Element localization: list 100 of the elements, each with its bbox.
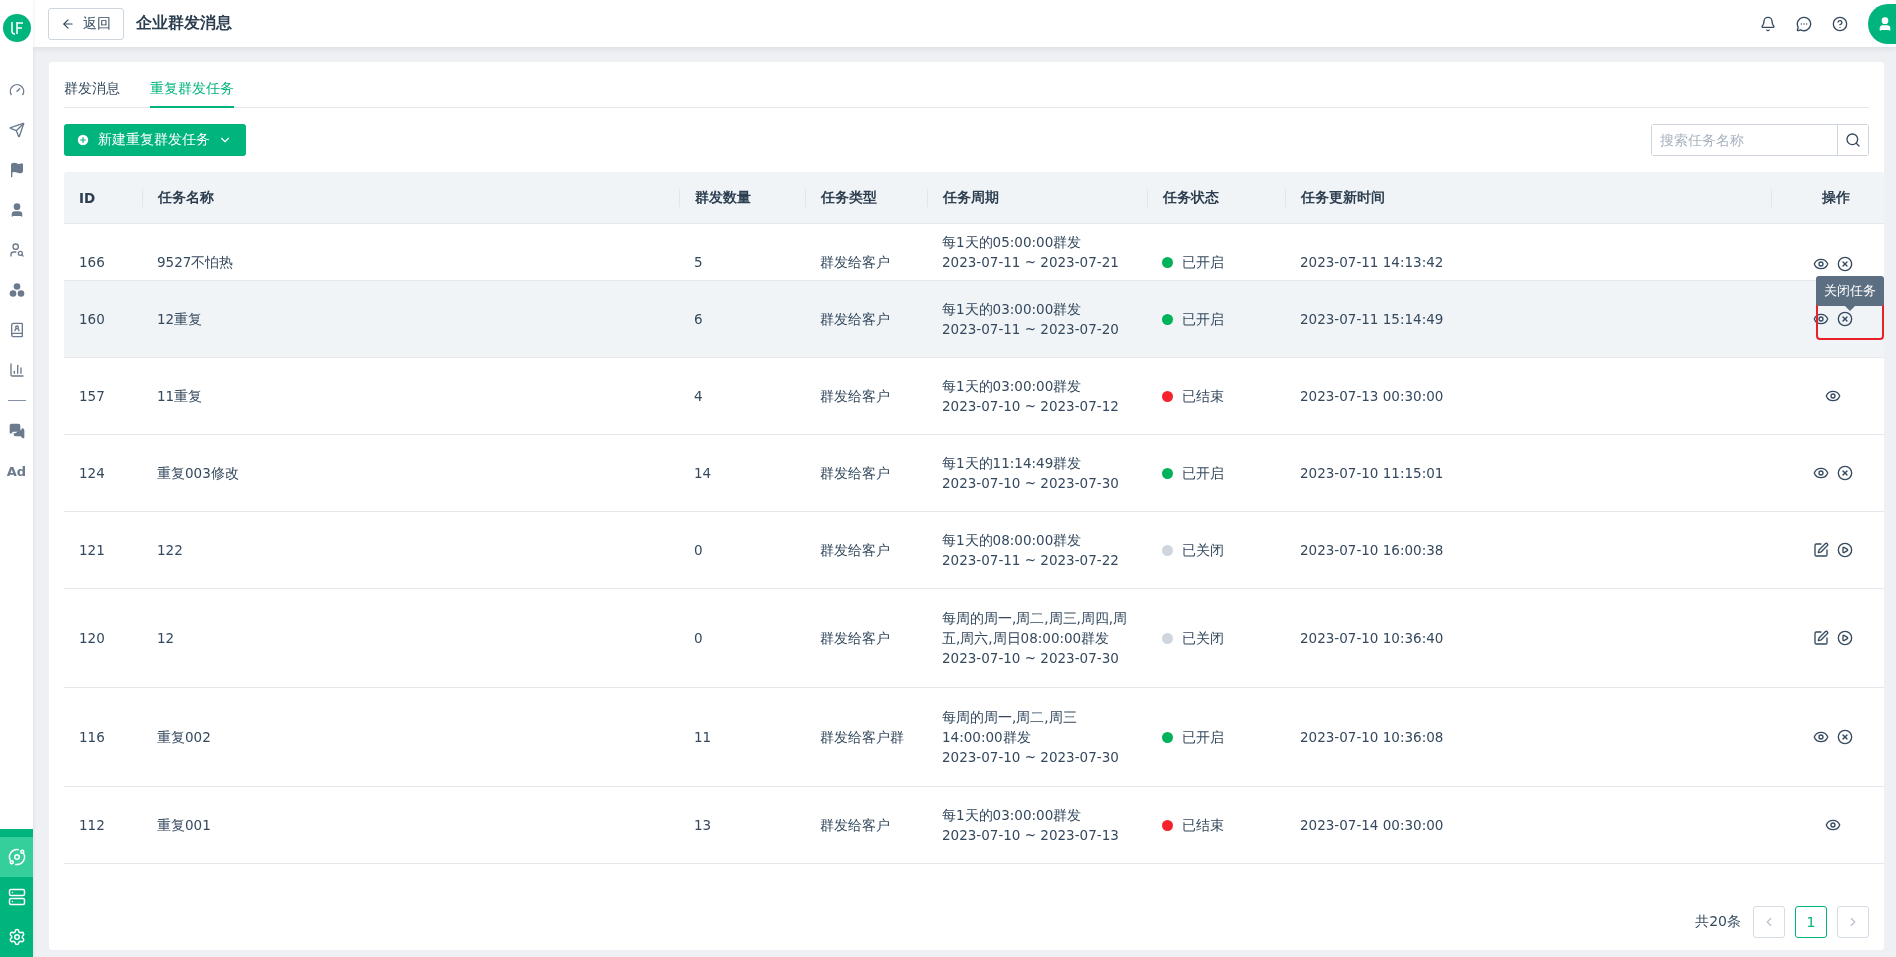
table-cell-text: 0 — [693, 629, 704, 648]
column-header: 任务名称 — [142, 188, 679, 207]
table-cell-text: 群发给客户 — [819, 816, 891, 835]
status-text: 已关闭 — [1182, 629, 1224, 648]
cycle-text: 14:00:00群发 — [942, 728, 1032, 747]
bar-chart-icon[interactable] — [8, 362, 25, 378]
table-cell-text: 5 — [693, 253, 704, 272]
table-cell-text: 群发给客户群 — [819, 728, 905, 747]
table-cell-text: 2023-07-13 00:30:00 — [1299, 387, 1445, 406]
table-cell-text: 166 — [78, 253, 106, 272]
status-text: 已开启 — [1182, 253, 1224, 272]
table-cell-text: 群发给客户 — [819, 253, 891, 272]
table-cell-text: 0 — [693, 541, 704, 560]
table-cell-text: 2023-07-10 16:00:38 — [1299, 541, 1445, 560]
search-icon — [1845, 132, 1861, 148]
bell-icon[interactable] — [1760, 15, 1776, 32]
status-text: 已结束 — [1182, 387, 1224, 406]
table-cell-text: 12 — [156, 629, 176, 648]
view-button[interactable] — [1824, 388, 1841, 404]
close-task-button[interactable] — [1836, 311, 1853, 327]
table-cell-text: 9527不怕热 — [156, 253, 235, 272]
table-cell-text: 2023-07-11 14:13:42 — [1299, 253, 1445, 272]
table-cell-text: 群发给客户 — [819, 464, 891, 483]
table-cell-text: 2023-07-11 15:14:49 — [1299, 310, 1445, 329]
cycle-text: 每1天的03:00:00群发 — [942, 377, 1083, 396]
table-cell-text: 121 — [78, 541, 106, 560]
table-cell-text: 2023-07-10 10:36:08 — [1299, 728, 1445, 747]
help-icon[interactable] — [1832, 15, 1848, 32]
table-cell-text: 重复001 — [156, 816, 212, 835]
tooltip: 关闭任务 — [1815, 276, 1884, 306]
table-cell-text: 4 — [693, 387, 704, 406]
ad-label[interactable]: Ad — [6, 463, 27, 479]
table-cell-text: 112 — [78, 816, 106, 835]
status-text: 已开启 — [1182, 728, 1224, 747]
send-icon[interactable] — [8, 122, 25, 138]
cycle-text: 每周的周一,周二,周三,周四,周 — [942, 609, 1129, 628]
table-cell-text: 157 — [78, 387, 106, 406]
user-search-icon[interactable] — [8, 242, 25, 258]
column-header: 任务状态 — [1147, 188, 1285, 207]
edit-button[interactable] — [1812, 542, 1829, 558]
close-task-button[interactable] — [1836, 729, 1853, 745]
view-button[interactable] — [1812, 311, 1829, 327]
table-cell-text: 12重复 — [156, 310, 204, 329]
table-cell-text: 122 — [156, 541, 184, 560]
flag-icon[interactable] — [8, 162, 25, 178]
table-cell-text: 2023-07-10 11:15:01 — [1299, 464, 1445, 483]
table-cell-text: 群发给客户 — [819, 629, 891, 648]
settings-icon[interactable] — [7, 928, 26, 946]
cycle-text: 2023-07-10 ~ 2023-07-12 — [942, 397, 1120, 416]
close-task-button[interactable] — [1836, 465, 1853, 481]
table-cell-text: 11重复 — [156, 387, 204, 406]
total-count: 共20条 — [1695, 913, 1741, 931]
gauge-icon[interactable] — [8, 82, 25, 98]
view-button[interactable] — [1824, 817, 1841, 833]
tooltip-arrow — [1844, 306, 1855, 311]
cycle-text: 每1天的05:00:00群发 — [942, 233, 1083, 252]
column-header: 群发数量 — [679, 188, 805, 207]
page-title: 企业群发消息 — [136, 13, 232, 34]
cycle-text: 2023-07-10 ~ 2023-07-13 — [942, 826, 1120, 845]
contact-book-icon[interactable] — [8, 322, 25, 338]
close-task-button[interactable] — [1836, 256, 1853, 272]
cycle-text: 2023-07-11 ~ 2023-07-21 — [942, 253, 1120, 272]
tab[interactable]: 重复群发任务 — [150, 80, 234, 108]
table-cell-text: 2023-07-14 00:30:00 — [1299, 816, 1445, 835]
status-text: 已开启 — [1182, 310, 1224, 329]
table-cell-text: 116 — [78, 728, 106, 747]
back-button[interactable]: 返回 — [48, 7, 124, 40]
page-button[interactable]: 1 — [1795, 906, 1827, 938]
cycle-text: 2023-07-10 ~ 2023-07-30 — [942, 474, 1120, 493]
cycle-text: 每1天的03:00:00群发 — [942, 300, 1083, 319]
table-cell-text: 重复003修改 — [156, 464, 240, 483]
column-header: 操作 — [1771, 188, 1884, 207]
cycle-text: 每周的周一,周二,周三 — [942, 708, 1078, 727]
chat-icon[interactable] — [1796, 15, 1812, 32]
view-button[interactable] — [1812, 465, 1829, 481]
status-text: 已开启 — [1182, 464, 1224, 483]
start-button[interactable] — [1836, 542, 1853, 558]
table-cell-text: 6 — [693, 310, 704, 329]
cycle-text: 每1天的11:14:49群发 — [942, 454, 1083, 473]
table-cell-text: 群发给客户 — [819, 541, 891, 560]
cycle-text: 2023-07-11 ~ 2023-07-20 — [942, 320, 1120, 339]
table-cell-text: 120 — [78, 629, 106, 648]
start-button[interactable] — [1836, 630, 1853, 646]
view-button[interactable] — [1812, 729, 1829, 745]
column-header: ID — [78, 189, 97, 206]
new-task-button[interactable]: 新建重复群发任务 — [64, 124, 246, 156]
avatar[interactable] — [1868, 3, 1896, 44]
edit-button[interactable] — [1812, 630, 1829, 646]
search-button[interactable] — [1837, 125, 1868, 155]
table-cell-text: 11 — [693, 728, 713, 747]
server-icon[interactable] — [7, 888, 26, 906]
search-field[interactable]: 搜索任务名称 — [1651, 124, 1869, 156]
chat-icon[interactable] — [8, 423, 25, 439]
cycle-text: 2023-07-11 ~ 2023-07-22 — [942, 551, 1120, 570]
view-button[interactable] — [1812, 256, 1829, 272]
cycle-text: 每1天的03:00:00群发 — [942, 806, 1083, 825]
table-cell-text: 13 — [693, 816, 713, 835]
table-cell-text: 14 — [693, 464, 713, 483]
column-header: 任务周期 — [927, 188, 1147, 207]
tab[interactable]: 群发消息 — [64, 80, 120, 108]
